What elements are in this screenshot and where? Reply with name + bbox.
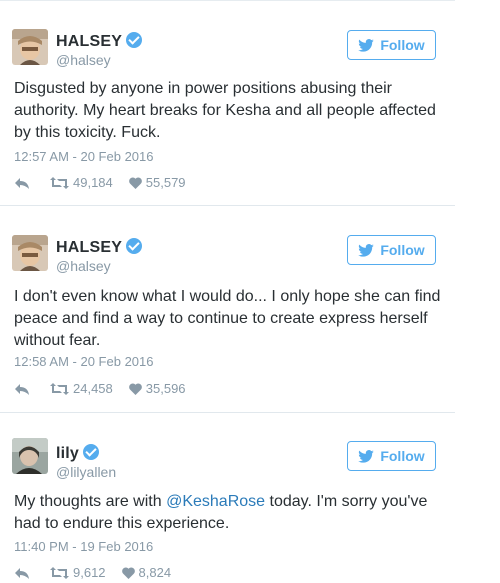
timestamp[interactable]: 12:58 AM - 20 Feb 2016 xyxy=(14,354,153,369)
display-name[interactable]: lily xyxy=(56,444,100,463)
verified-badge-icon xyxy=(126,238,143,254)
twitter-bird-icon xyxy=(358,243,375,257)
like-action[interactable]: 55,579 xyxy=(128,175,186,190)
retweet-icon xyxy=(50,566,69,579)
retweet-action[interactable]: 49,184 xyxy=(50,175,113,190)
like-action[interactable]: 8,824 xyxy=(121,565,172,580)
retweet-count: 49,184 xyxy=(73,175,113,190)
tweet-actions: 24,458 35,596 xyxy=(14,381,186,396)
tweet-card: HALSEY @halsey Follow I don't even know … xyxy=(0,207,455,413)
like-count: 35,596 xyxy=(145,381,186,396)
twitter-bird-icon xyxy=(358,38,375,52)
retweet-count: 9,612 xyxy=(73,565,106,580)
display-name[interactable]: HALSEY xyxy=(56,238,143,257)
avatar[interactable] xyxy=(12,29,48,65)
reply-icon[interactable] xyxy=(14,566,30,580)
mention-link[interactable]: @KeshaRose xyxy=(166,493,265,510)
heart-icon xyxy=(128,383,142,395)
tweet-text: Disgusted by anyone in power positions a… xyxy=(14,80,436,141)
follow-button[interactable]: Follow xyxy=(347,441,436,471)
tweet-actions: 49,184 55,579 xyxy=(14,175,186,190)
display-name[interactable]: HALSEY xyxy=(56,32,143,51)
retweet-action[interactable]: 9,612 xyxy=(50,565,106,580)
heart-icon xyxy=(121,567,135,579)
follow-button[interactable]: Follow xyxy=(347,235,436,265)
tweet-card: lily @lilyallen Follow My thoughts are w… xyxy=(0,414,455,583)
twitter-bird-icon xyxy=(358,449,375,463)
timestamp[interactable]: 12:57 AM - 20 Feb 2016 xyxy=(14,149,153,164)
retweet-icon xyxy=(50,176,69,189)
like-action[interactable]: 35,596 xyxy=(128,381,186,396)
avatar[interactable] xyxy=(12,438,48,474)
user-handle[interactable]: @halsey xyxy=(56,52,111,68)
reply-icon[interactable] xyxy=(14,382,30,396)
tweet-card: HALSEY @halsey Follow Disgusted by anyon… xyxy=(0,0,455,206)
like-count: 8,824 xyxy=(138,565,172,580)
tweet-text: I don't even know what I would do... I o… xyxy=(14,288,441,349)
retweet-action[interactable]: 24,458 xyxy=(50,381,113,396)
user-handle[interactable]: @halsey xyxy=(56,258,111,274)
tweet-text: My thoughts are with @KeshaRose today. I… xyxy=(14,493,428,532)
timestamp[interactable]: 11:40 PM - 19 Feb 2016 xyxy=(14,539,153,554)
heart-icon xyxy=(128,177,142,189)
tweet-actions: 9,612 8,824 xyxy=(14,565,171,580)
reply-icon[interactable] xyxy=(14,176,30,190)
avatar[interactable] xyxy=(12,235,48,271)
retweet-icon xyxy=(50,382,69,395)
verified-badge-icon xyxy=(83,444,100,460)
follow-button[interactable]: Follow xyxy=(347,30,436,60)
user-handle[interactable]: @lilyallen xyxy=(56,464,116,480)
retweet-count: 24,458 xyxy=(73,381,113,396)
like-count: 55,579 xyxy=(145,175,186,190)
verified-badge-icon xyxy=(126,32,143,48)
